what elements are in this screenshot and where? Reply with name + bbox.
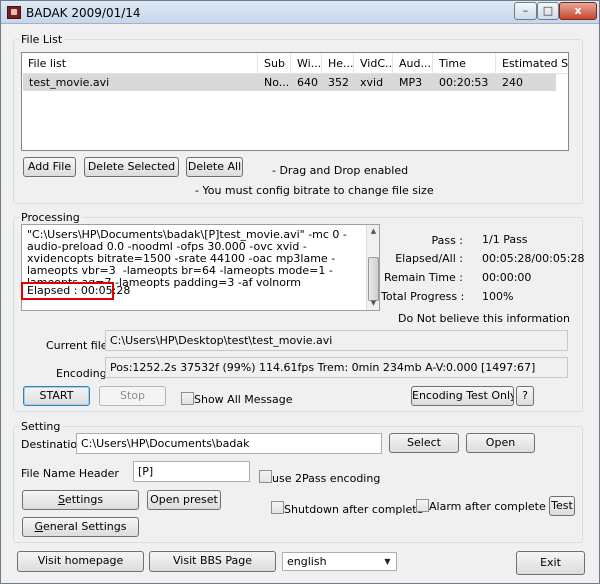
elapsed-all-label: Elapsed/All : xyxy=(395,252,463,265)
log-scrollbar[interactable]: ▲ ▼ xyxy=(366,225,379,310)
setting-group-label: Setting xyxy=(19,420,63,433)
window-title: BADAK 2009/01/14 xyxy=(26,6,141,20)
cell-time: 00:20:53 xyxy=(439,76,489,89)
scroll-up-icon[interactable]: ▲ xyxy=(367,225,380,238)
column-header-file-list[interactable]: File list xyxy=(22,53,258,74)
file-name-header-label: File Name Header xyxy=(21,467,119,480)
cell-file-name: test_movie.avi xyxy=(29,76,110,89)
exit-button[interactable]: Exit xyxy=(516,551,585,575)
cell-height: 352 xyxy=(328,76,349,89)
select-button[interactable]: Select xyxy=(389,433,459,453)
cell-video-codec: xvid xyxy=(360,76,384,89)
disclaimer-text: Do Not believe this information xyxy=(398,312,570,325)
column-header-video-codec[interactable]: VidC... xyxy=(354,53,393,74)
delete-selected-button[interactable]: Delete Selected xyxy=(84,157,179,177)
column-header-time[interactable]: Time xyxy=(433,53,496,74)
use-2pass-checkbox[interactable] xyxy=(259,470,272,483)
column-header-estimated-size[interactable]: Estimated Siz... xyxy=(496,53,568,74)
table-row[interactable]: test_movie.avi No... 640 352 xvid MP3 00… xyxy=(23,74,556,91)
delete-all-button[interactable]: Delete All xyxy=(186,157,243,177)
badak-window: BADAK 2009/01/14 – □ x File List File li… xyxy=(0,0,600,584)
chevron-down-icon[interactable]: ▼ xyxy=(380,554,395,569)
show-all-message-checkbox[interactable] xyxy=(181,392,194,405)
start-button[interactable]: START xyxy=(23,386,90,406)
shutdown-after-checkbox[interactable] xyxy=(271,501,284,514)
elapsed-highlight: Elapsed : 00:05:28 xyxy=(21,282,130,300)
bitrate-hint: - You must config bitrate to change file… xyxy=(195,184,434,197)
visit-bbs-page-button[interactable]: Visit BBS Page xyxy=(149,551,276,572)
open-button[interactable]: Open xyxy=(466,433,535,453)
drag-drop-hint: - Drag and Drop enabled xyxy=(272,164,409,177)
stop-button[interactable]: Stop xyxy=(99,386,166,406)
processing-group-label: Processing xyxy=(19,211,82,224)
use-2pass-label[interactable]: use 2Pass encoding xyxy=(272,472,380,485)
remain-time-value: 00:00:00 xyxy=(482,271,532,284)
cell-width: 640 xyxy=(297,76,318,89)
scroll-down-icon[interactable]: ▼ xyxy=(367,297,380,310)
current-file-field: C:\Users\HP\Desktop\test\test_movie.avi xyxy=(105,330,568,351)
add-file-button[interactable]: Add File xyxy=(23,157,76,177)
general-settings-button[interactable]: General Settings xyxy=(22,517,139,537)
visit-homepage-button[interactable]: Visit homepage xyxy=(17,551,144,572)
elapsed-all-value: 00:05:28/00:05:28 xyxy=(482,252,585,265)
column-header-sub[interactable]: Sub xyxy=(258,53,291,74)
cell-estimated-size: 240 xyxy=(502,76,523,89)
encoding-test-only-button[interactable]: Encoding Test Only xyxy=(411,386,514,406)
open-preset-button[interactable]: Open preset xyxy=(147,490,221,510)
help-button[interactable]: ? xyxy=(516,386,534,406)
app-icon xyxy=(7,6,21,19)
file-list-header: File list Sub Wi... He... VidC... Aud...… xyxy=(22,53,568,74)
file-name-header-field[interactable]: [P] xyxy=(133,461,250,482)
alarm-after-checkbox[interactable] xyxy=(416,499,429,512)
cell-sub: No... xyxy=(264,76,290,89)
destination-label: Destination xyxy=(21,438,85,451)
maximize-button[interactable]: □ xyxy=(537,2,559,20)
test-button[interactable]: Test xyxy=(549,496,575,516)
shutdown-after-label[interactable]: Shutdown after complete xyxy=(284,503,423,516)
cell-audio: MP3 xyxy=(399,76,423,89)
scroll-thumb[interactable] xyxy=(368,257,379,301)
pass-value: 1/1 Pass xyxy=(482,233,528,246)
encoding-status-field: Pos:1252.2s 37532f (99%) 114.61fps Trem:… xyxy=(105,357,568,378)
language-value: english xyxy=(287,555,327,568)
total-progress-label: Total Progress : xyxy=(381,290,465,303)
column-header-audio[interactable]: Aud... xyxy=(393,53,433,74)
remain-time-label: Remain Time : xyxy=(383,271,463,284)
destination-field[interactable]: C:\Users\HP\Documents\badak xyxy=(76,433,382,454)
title-bar: BADAK 2009/01/14 – □ x xyxy=(1,1,599,24)
language-select[interactable]: english ▼ xyxy=(282,552,397,571)
file-list-view[interactable]: File list Sub Wi... He... VidC... Aud...… xyxy=(21,52,569,151)
total-progress-value: 100% xyxy=(482,290,514,303)
settings-button[interactable]: Settings xyxy=(22,490,139,510)
file-list-group-label: File List xyxy=(19,33,65,46)
show-all-message-label[interactable]: Show All Message xyxy=(194,393,293,406)
close-button[interactable]: x xyxy=(559,2,597,20)
encoding-label: Encoding xyxy=(56,367,107,380)
pass-label: Pass : xyxy=(431,234,463,247)
minimize-button[interactable]: – xyxy=(514,2,537,20)
column-header-height[interactable]: He... xyxy=(322,53,354,74)
column-header-width[interactable]: Wi... xyxy=(291,53,322,74)
alarm-after-label[interactable]: Alarm after complete xyxy=(429,500,546,513)
